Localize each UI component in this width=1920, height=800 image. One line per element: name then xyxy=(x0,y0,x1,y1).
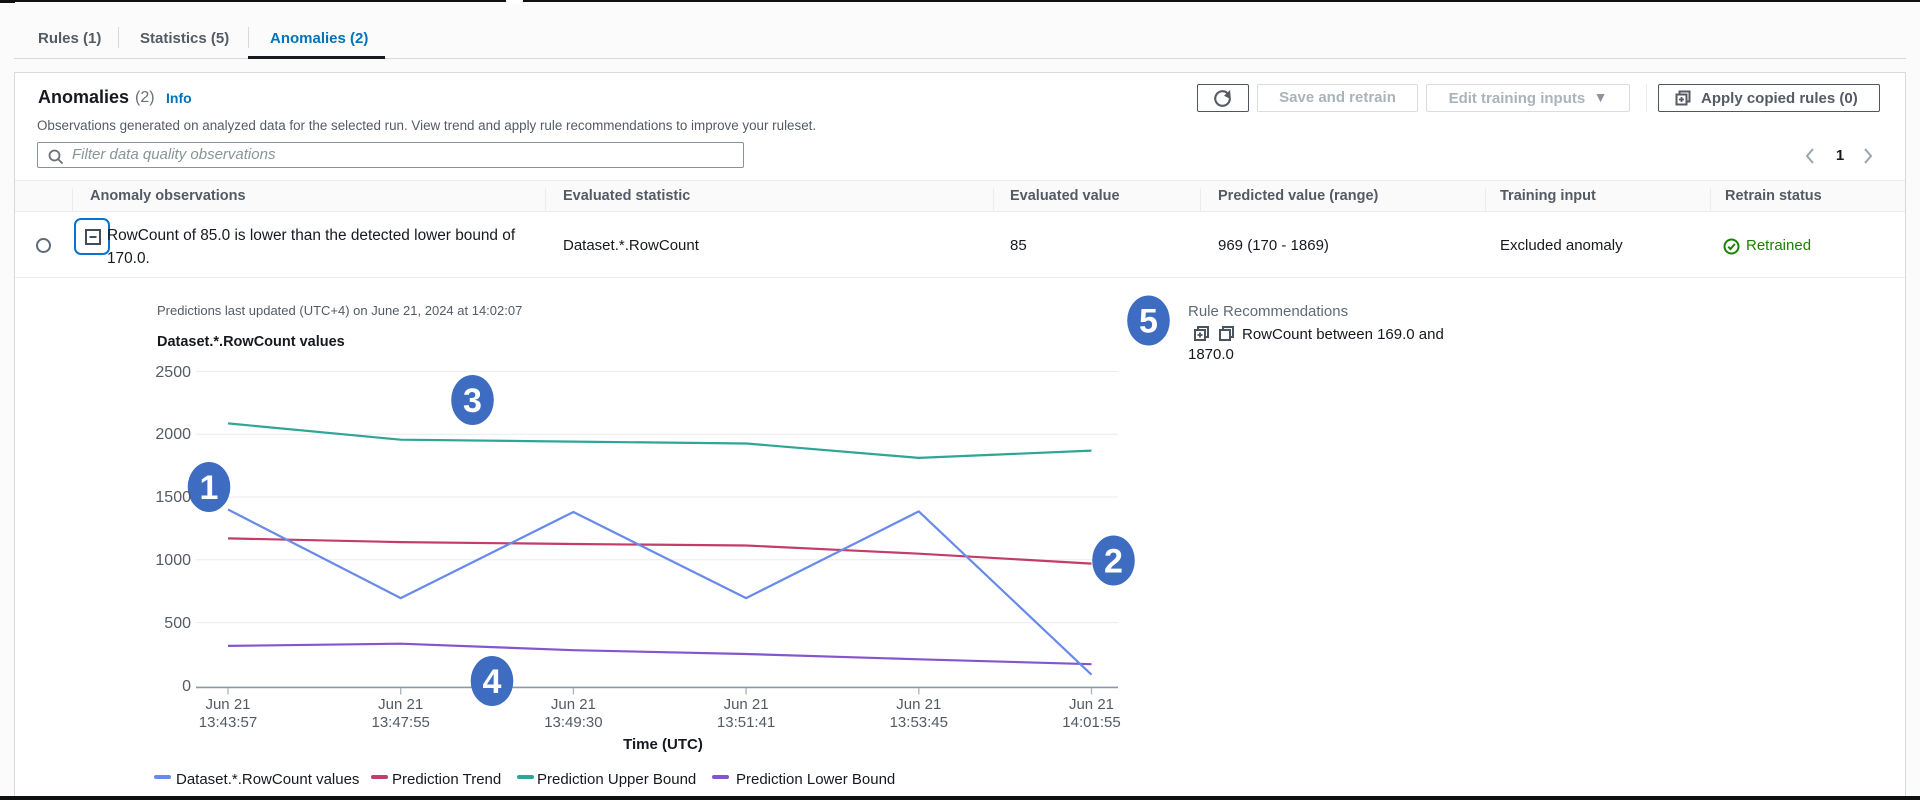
svg-text:5: 5 xyxy=(1139,303,1158,341)
svg-text:3: 3 xyxy=(463,382,482,420)
svg-text:1: 1 xyxy=(200,469,219,507)
svg-text:2: 2 xyxy=(1104,543,1123,581)
svg-text:4: 4 xyxy=(483,663,502,701)
